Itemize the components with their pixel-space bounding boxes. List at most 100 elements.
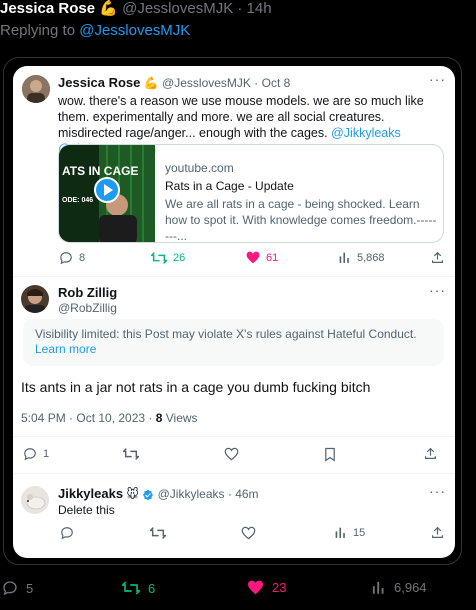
learn-more-link[interactable]: Learn more	[35, 342, 96, 356]
reply-text: Its ants in a jar not rats in a cage you…	[21, 379, 371, 395]
flex-emoji: 💪	[99, 0, 118, 17]
reply-more-icon[interactable]: ···	[429, 282, 446, 298]
share-icon	[425, 447, 436, 459]
views-icon	[335, 527, 345, 538]
outer-tweet-header: Jessica Rose 💪 @JesslovesMJK · 14h	[0, 0, 476, 20]
link-domain: youtube.com	[165, 161, 234, 175]
quoted-like-count: 61	[266, 251, 279, 264]
outer-views-action[interactable]: 6,964	[371, 580, 427, 595]
quoted-author-handle[interactable]: @JesslovesMJK	[162, 76, 251, 90]
play-icon[interactable]	[94, 177, 120, 203]
quoted-author-avatar[interactable]	[22, 75, 50, 103]
reply-like-action[interactable]	[224, 447, 239, 461]
quoted-reply-action[interactable]: 8	[59, 251, 85, 265]
repost-icon	[150, 527, 166, 539]
quoted-emoji: 💪	[143, 76, 159, 90]
reply-reply-count: 1	[43, 448, 50, 460]
heart-icon	[241, 526, 256, 540]
views-icon	[339, 252, 349, 263]
outer-repost-action[interactable]: 6	[122, 580, 155, 596]
quoted-like-action[interactable]: 61	[246, 251, 278, 264]
outer-author-name[interactable]: Jessica Rose	[0, 0, 95, 17]
divider	[13, 276, 455, 277]
reply-icon	[24, 448, 36, 461]
response-separator: ·	[227, 487, 232, 501]
quoted-author-name[interactable]: Jessica Rose	[58, 75, 140, 90]
response-repost-action[interactable]	[150, 526, 166, 540]
response-emoji: 🐭	[126, 487, 139, 501]
repost-icon	[123, 448, 139, 460]
divider	[13, 436, 455, 437]
views-icon	[372, 581, 384, 594]
reply-timestamp[interactable]: 5:04 PM · Oct 10, 2023 ·	[21, 411, 156, 425]
replying-to-link[interactable]: @JesslovesMJK	[79, 22, 190, 39]
outer-time[interactable]: 14h	[247, 0, 272, 17]
quoted-header: Jessica Rose 💪 @JesslovesMJK · Oct 8	[58, 75, 290, 90]
notice-text: Visibility limited: this Post may violat…	[35, 327, 417, 341]
quoted-repost-action[interactable]: 26	[151, 251, 185, 265]
response-time[interactable]: 46m	[235, 487, 258, 501]
reply-repost-action[interactable]	[123, 447, 139, 461]
share-icon	[432, 526, 443, 538]
outer-views-count: 6,964	[394, 580, 427, 595]
quoted-share-action[interactable]	[431, 251, 444, 264]
reply-icon	[61, 527, 73, 540]
response-more-icon[interactable]: ···	[429, 483, 446, 499]
link-title: Rats in a Cage - Update	[165, 179, 294, 193]
outer-separator: ·	[237, 0, 243, 17]
repost-icon	[151, 252, 167, 264]
reply-bookmark-action[interactable]	[324, 447, 336, 462]
share-icon	[432, 251, 443, 263]
reply-author-avatar[interactable]	[21, 285, 49, 313]
response-author-handle[interactable]: @Jikkyleaks	[158, 487, 225, 501]
response-author-avatar[interactable]	[21, 486, 49, 514]
quoted-reply-count: 8	[79, 252, 86, 264]
quoted-more-icon[interactable]: ···	[429, 71, 446, 87]
response-reply-action[interactable]	[60, 526, 74, 540]
reply-share-action[interactable]	[424, 447, 437, 460]
outer-like-count: 23	[272, 580, 287, 595]
link-description: We are all rats in a cage - being shocke…	[165, 197, 437, 243]
reply-timestamp-line: 5:04 PM · Oct 10, 2023 · 8 Views	[21, 411, 198, 425]
reply-icon	[60, 252, 72, 265]
thumbnail-episode: ODE: 046	[62, 197, 94, 204]
heart-icon	[224, 447, 239, 461]
heart-filled-icon	[248, 580, 263, 595]
outer-author-handle[interactable]: @JesslovesMJK	[122, 0, 233, 17]
outer-action-bar: 5 6 23 6,964	[0, 578, 476, 602]
outer-repost-count: 6	[148, 580, 156, 596]
quoted-time[interactable]: Oct 8	[262, 76, 291, 90]
response-header: Jikkyleaks 🐭 @Jikkyleaks · 46m	[58, 486, 259, 501]
replying-to-line: Replying to @JesslovesMJK	[0, 22, 190, 39]
response-text: Delete this	[58, 503, 115, 517]
quoted-repost-count: 26	[173, 252, 186, 264]
quoted-views-count: 5,868	[357, 251, 385, 264]
thumbnail-label: ATS IN CAGE	[62, 164, 139, 178]
repost-icon	[122, 581, 140, 595]
verified-badge-icon	[143, 489, 154, 501]
response-author-name[interactable]: Jikkyleaks	[58, 486, 123, 501]
reply-author-handle[interactable]: @RobZillig	[58, 301, 117, 315]
bookmark-icon	[325, 447, 335, 462]
outer-reply-action[interactable]: 5	[2, 580, 33, 596]
outer-reply-count: 5	[26, 580, 34, 596]
divider	[13, 473, 455, 474]
response-like-action[interactable]	[241, 526, 256, 540]
reply-views-label: Views	[162, 411, 198, 425]
quoted-views-action[interactable]: 5,868	[338, 251, 385, 264]
reply-icon	[3, 581, 17, 596]
youtube-link-card[interactable]: ATS IN CAGE ODE: 046 youtube.com Rats in…	[58, 144, 444, 243]
response-views-count: 15	[353, 526, 366, 539]
reply-reply-action[interactable]: 1	[23, 447, 49, 461]
response-views-action[interactable]: 15	[334, 526, 365, 539]
screenshot-card: Jessica Rose 💪 @JesslovesMJK · Oct 8 ···…	[13, 66, 455, 558]
replying-to-prefix: Replying to	[0, 22, 76, 39]
response-share-action[interactable]	[431, 526, 444, 539]
reply-author-name[interactable]: Rob Zillig	[58, 285, 117, 300]
heart-filled-icon	[246, 251, 260, 264]
quoted-separator: ·	[254, 76, 259, 90]
video-thumbnail: ATS IN CAGE ODE: 046	[59, 145, 155, 242]
outer-like-action[interactable]: 23	[247, 580, 286, 595]
visibility-limited-notice: Visibility limited: this Post may violat…	[23, 319, 444, 366]
attached-image-frame[interactable]: Jessica Rose 💪 @JesslovesMJK · Oct 8 ···…	[3, 57, 462, 565]
